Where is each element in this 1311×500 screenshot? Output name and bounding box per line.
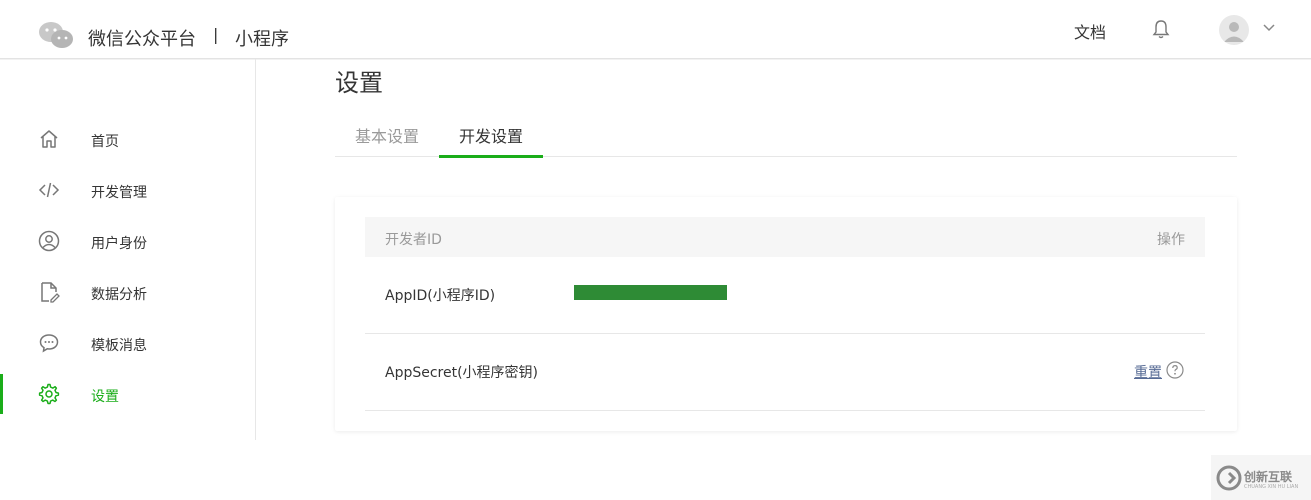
header-developer-id: 开发者ID — [385, 232, 442, 248]
user-icon — [38, 230, 60, 252]
tab-basic-settings[interactable]: 基本设置 — [335, 117, 439, 157]
help-icon[interactable] — [1166, 361, 1184, 379]
tab-bar: 基本设置 开发设置 — [335, 117, 1237, 158]
home-icon — [40, 130, 58, 148]
sidebar-item-label: 数据分析 — [91, 287, 147, 303]
chevron-down-icon[interactable] — [1262, 22, 1276, 32]
appid-label: AppID(小程序ID) — [385, 288, 496, 304]
sidebar: 首页 开发管理 用户身份 数据分析 模板消息 设置 — [0, 59, 256, 440]
sidebar-item-user-identity[interactable]: 用户身份 — [0, 221, 255, 261]
watermark-logo-icon — [1216, 465, 1242, 491]
sidebar-item-home[interactable]: 首页 — [0, 119, 255, 159]
reset-link[interactable]: 重置 — [1134, 362, 1162, 382]
sidebar-item-data-analysis[interactable]: 数据分析 — [0, 272, 255, 312]
data-file-icon — [41, 282, 60, 303]
watermark-subtext: CHUANG XIN HU LIAN — [1244, 484, 1299, 490]
top-bar: 微信公众平台 | 小程序 文档 — [0, 0, 1311, 59]
table-row-appid: AppID(小程序ID) — [365, 257, 1205, 334]
brand-separator: | — [213, 25, 219, 44]
bell-icon[interactable] — [1152, 19, 1170, 39]
sidebar-item-label: 开发管理 — [91, 185, 147, 201]
sidebar-item-dev-management[interactable]: 开发管理 — [0, 170, 255, 210]
sidebar-item-settings[interactable]: 设置 — [0, 374, 255, 414]
avatar-icon — [1224, 22, 1244, 42]
avatar[interactable] — [1219, 15, 1249, 45]
appid-value-redacted — [574, 285, 727, 300]
brand-name[interactable]: 微信公众平台 — [88, 25, 196, 51]
product-name: 小程序 — [235, 29, 289, 50]
watermark: 创新互联 CHUANG XIN HU LIAN — [1211, 455, 1311, 500]
sidebar-item-template-message[interactable]: 模板消息 — [0, 323, 255, 363]
appsecret-label: AppSecret(小程序密钥) — [385, 365, 539, 381]
wechat-logo-icon[interactable] — [38, 20, 74, 50]
message-icon — [39, 334, 59, 353]
sidebar-item-label: 用户身份 — [91, 236, 147, 252]
tab-dev-settings[interactable]: 开发设置 — [439, 117, 543, 158]
table-header: 开发者ID 操作 — [365, 217, 1205, 257]
sidebar-item-label: 设置 — [91, 389, 119, 405]
sidebar-item-label: 首页 — [91, 134, 119, 150]
header-actions: 操作 — [1157, 232, 1185, 248]
developer-id-card: 开发者ID 操作 AppID(小程序ID) AppSecret(小程序密钥) 重… — [335, 197, 1237, 431]
code-icon — [38, 182, 60, 198]
gear-icon — [38, 383, 60, 405]
page-title: 设置 — [335, 69, 383, 97]
table-row-appsecret: AppSecret(小程序密钥) 重置 — [365, 334, 1205, 411]
sidebar-item-label: 模板消息 — [91, 338, 147, 354]
docs-link[interactable]: 文档 — [1074, 19, 1106, 43]
watermark-text: 创新互联 — [1244, 470, 1293, 484]
